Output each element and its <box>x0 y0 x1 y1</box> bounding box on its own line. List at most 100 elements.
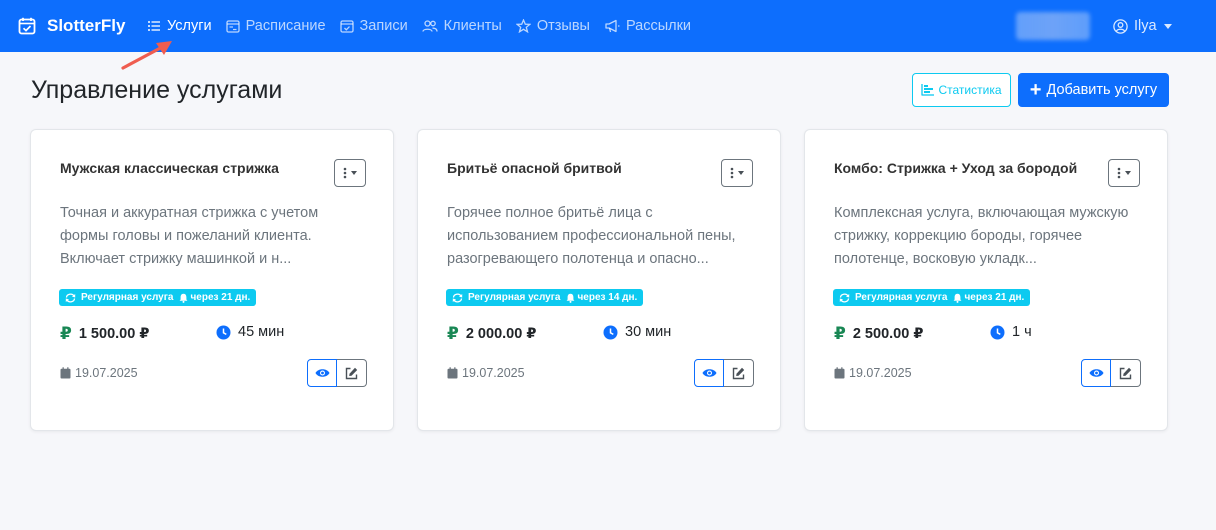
user-circle-icon <box>1113 18 1128 34</box>
nav-item-clients[interactable]: Клиенты <box>422 18 502 34</box>
add-service-button[interactable]: + Добавить услугу <box>1018 73 1169 107</box>
service-actions-dropdown[interactable] <box>334 159 366 187</box>
nav-item-label: Рассылки <box>625 18 692 34</box>
edit-icon <box>1119 367 1132 379</box>
duration-value: 30 мин <box>625 324 672 340</box>
service-price: ₽ 2 500.00 ₽ <box>834 324 923 344</box>
card-actions <box>694 359 754 387</box>
price-value: 2 500.00 ₽ <box>852 326 924 342</box>
service-duration: 30 мин <box>603 324 671 340</box>
edit-button[interactable] <box>337 359 367 387</box>
service-price: ₽ 2 000.00 ₽ <box>447 324 536 344</box>
bell-icon <box>954 293 962 303</box>
service-date: 19.07.2025 <box>447 366 525 380</box>
badge-interval: через 21 дн. <box>190 292 251 303</box>
user-menu-dropdown[interactable]: Ilya <box>1113 0 1172 52</box>
eye-icon <box>702 369 716 377</box>
repeat-icon <box>65 293 76 302</box>
eye-icon <box>315 369 329 377</box>
service-description: Точная и аккуратная стрижка с учетом фор… <box>60 205 319 267</box>
service-title: Бритьё опасной бритвой <box>447 160 622 176</box>
service-title: Мужская классическая стрижка <box>60 160 279 176</box>
ruble-icon: ₽ <box>60 324 72 343</box>
bar-chart-icon <box>921 84 935 96</box>
clock-icon <box>603 325 618 339</box>
card-actions <box>1081 359 1141 387</box>
ruble-icon: ₽ <box>447 324 459 343</box>
service-duration: 1 ч <box>990 324 1032 340</box>
clock-icon <box>990 325 1005 339</box>
add-service-label: Добавить услугу <box>1046 82 1158 98</box>
list-icon <box>148 21 160 31</box>
service-date: 19.07.2025 <box>60 366 138 380</box>
price-value: 2 000.00 ₽ <box>465 326 537 342</box>
calendar-icon <box>447 367 458 379</box>
chevron-down-icon <box>738 171 744 175</box>
edit-button[interactable] <box>1111 359 1141 387</box>
view-button[interactable] <box>307 359 337 387</box>
service-card: Бритьё опасной бритвой Горячее полное бр… <box>417 129 781 431</box>
chevron-down-icon <box>351 171 357 175</box>
kebab-menu-icon <box>1117 167 1121 179</box>
recurring-badge: Регулярная услуга через 21 дн. <box>833 289 1031 306</box>
nav-item-bookings[interactable]: Записи <box>339 18 408 34</box>
page-title: Управление услугами <box>31 76 283 104</box>
star-icon <box>515 19 531 33</box>
calendar-check-icon <box>339 20 354 33</box>
repeat-icon <box>839 293 850 302</box>
recurring-badge: Регулярная услуга через 21 дн. <box>59 289 257 306</box>
annotation-arrow-icon <box>121 41 172 70</box>
badge-type: Регулярная услуга <box>81 292 174 303</box>
nav-item-label: Клиенты <box>443 18 502 34</box>
service-title: Комбо: Стрижка + Уход за бородой <box>834 160 1078 176</box>
kebab-menu-icon <box>730 167 734 179</box>
megaphone-icon <box>605 19 620 33</box>
service-description: Комплексная услуга, включающая мужскую с… <box>834 205 1129 267</box>
badge-interval: через 21 дн. <box>964 292 1025 303</box>
chevron-down-icon <box>1163 23 1172 29</box>
recurring-badge: Регулярная услуга через 14 дн. <box>446 289 644 306</box>
service-actions-dropdown[interactable] <box>721 159 753 187</box>
edit-icon <box>345 367 358 379</box>
brand-logo[interactable]: SlotterFly <box>18 0 125 52</box>
calendar-icon <box>60 367 71 379</box>
nav-item-label: Услуги <box>167 18 212 34</box>
badge-type: Регулярная услуга <box>855 292 948 303</box>
date-value: 19.07.2025 <box>462 366 525 380</box>
date-value: 19.07.2025 <box>75 366 138 380</box>
nav-item-schedule[interactable]: Расписание <box>225 18 326 34</box>
service-card: Комбо: Стрижка + Уход за бородой Комплек… <box>804 129 1168 431</box>
service-duration: 45 мин <box>216 324 284 340</box>
calendar-icon <box>834 367 845 379</box>
service-card: Мужская классическая стрижка Точная и ак… <box>30 129 394 431</box>
nav-item-services[interactable]: Услуги <box>147 18 212 34</box>
calendar-range-icon <box>225 20 240 33</box>
statistics-button[interactable]: Статистика <box>912 73 1011 107</box>
view-button[interactable] <box>694 359 724 387</box>
kebab-menu-icon <box>343 167 347 179</box>
brand-name: SlotterFly <box>47 16 126 35</box>
date-value: 19.07.2025 <box>849 366 912 380</box>
calendar-check-icon <box>18 17 36 35</box>
nav-item-label: Отзывы <box>536 18 590 34</box>
eye-icon <box>1089 369 1103 377</box>
service-date: 19.07.2025 <box>834 366 912 380</box>
duration-value: 1 ч <box>1012 324 1032 340</box>
blurred-region <box>1016 12 1090 40</box>
badge-interval: через 14 дн. <box>577 292 638 303</box>
duration-value: 45 мин <box>238 324 285 340</box>
view-button[interactable] <box>1081 359 1111 387</box>
ruble-icon: ₽ <box>834 324 846 343</box>
edit-button[interactable] <box>724 359 754 387</box>
service-price: ₽ 1 500.00 ₽ <box>60 324 149 344</box>
price-value: 1 500.00 ₽ <box>78 326 150 342</box>
nav-item-reviews[interactable]: Отзывы <box>515 18 590 34</box>
top-navbar: SlotterFly Услуги Расписание Записи Клие… <box>0 0 1216 52</box>
bell-icon <box>180 293 188 303</box>
service-actions-dropdown[interactable] <box>1108 159 1140 187</box>
plus-icon: + <box>1029 79 1042 101</box>
repeat-icon <box>452 293 463 302</box>
nav-item-mailings[interactable]: Рассылки <box>604 18 691 34</box>
service-description: Горячее полное бритьё лица с использован… <box>447 205 736 267</box>
statistics-label: Статистика <box>938 83 1002 97</box>
